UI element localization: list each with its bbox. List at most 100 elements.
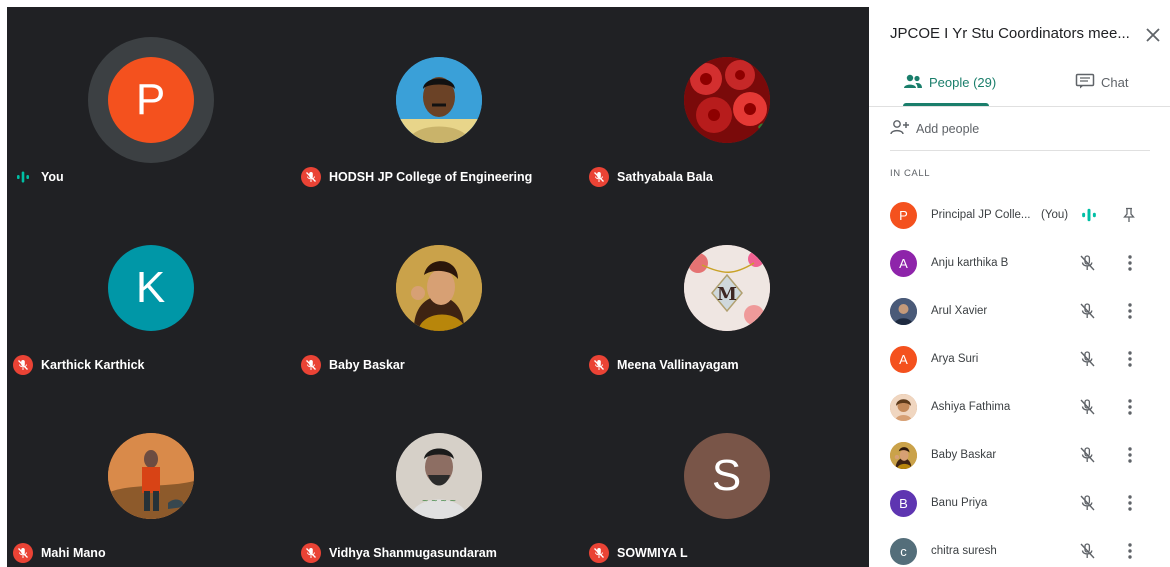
speaking-indicator-icon xyxy=(13,167,33,187)
more-options-icon[interactable] xyxy=(1124,494,1136,512)
mic-off-icon xyxy=(589,167,609,187)
tab-divider xyxy=(869,106,1170,107)
tile-label: Sathyabala Bala xyxy=(589,167,713,187)
tile-label: Baby Baskar xyxy=(301,355,405,375)
participant-name: Arul Xavier xyxy=(931,305,988,317)
participant-row[interactable]: Arul Xavier xyxy=(869,287,1170,335)
participant-tile[interactable]: Sathyabala Bala xyxy=(583,7,869,194)
tab-people-label: People (29) xyxy=(929,75,997,90)
avatar-initial: S xyxy=(711,451,742,500)
pin-icon[interactable] xyxy=(1121,207,1137,223)
mic-off-icon[interactable] xyxy=(1077,541,1097,561)
tile-label: Karthick Karthick xyxy=(13,355,145,375)
participant-tile[interactable]: ~ ~ ~ ~ Vidhya Shanmugasundaram xyxy=(295,383,582,567)
add-person-icon xyxy=(890,119,910,138)
add-people-label: Add people xyxy=(916,121,980,136)
participant-tile[interactable]: M Meena Vallinayagam xyxy=(583,195,869,382)
participant-name: SOWMIYA L xyxy=(617,546,688,560)
participant-tile[interactable]: S SOWMIYA L xyxy=(583,383,869,567)
participant-name: Vidhya Shanmugasundaram xyxy=(329,546,497,560)
participant-avatar: A xyxy=(890,345,917,373)
more-options-icon[interactable] xyxy=(1124,350,1136,368)
chat-icon xyxy=(1075,73,1095,92)
participant-tile[interactable]: HODSH JP College of Engineering xyxy=(295,7,582,194)
participant-avatar: B xyxy=(890,489,917,517)
mic-off-icon[interactable] xyxy=(1077,397,1097,417)
participant-name: Baby Baskar xyxy=(931,449,997,461)
participant-name: Sathyabala Bala xyxy=(617,170,713,184)
tile-label: Vidhya Shanmugasundaram xyxy=(301,543,497,563)
mic-off-icon[interactable] xyxy=(1077,253,1097,273)
speaking-indicator-icon xyxy=(1081,207,1097,223)
avatar-initial: B xyxy=(899,495,908,511)
participant-name: You xyxy=(41,170,64,184)
participant-row[interactable]: c chitra suresh xyxy=(869,527,1170,567)
participant-avatar: P xyxy=(890,201,917,229)
more-options-icon[interactable] xyxy=(1124,446,1136,464)
tab-chat-label: Chat xyxy=(1101,75,1129,90)
participant-avatar xyxy=(683,57,770,143)
participant-name: chitra suresh xyxy=(931,545,997,557)
add-people-button[interactable]: Add people xyxy=(890,119,979,138)
mic-off-icon xyxy=(13,355,33,375)
participant-name: Banu Priya xyxy=(931,497,988,509)
side-panel: JPCOE I Yr Stu Coordinators mee... Peopl… xyxy=(869,7,1170,567)
participant-avatar xyxy=(107,433,194,519)
mic-off-icon xyxy=(301,543,321,563)
close-icon[interactable] xyxy=(1144,26,1162,44)
tile-label: You xyxy=(13,167,64,187)
participant-avatar: A xyxy=(890,249,917,277)
mic-off-icon[interactable] xyxy=(1077,493,1097,513)
mic-off-icon[interactable] xyxy=(1077,349,1097,369)
participant-avatar: M xyxy=(683,245,770,331)
participant-row[interactable]: B Banu Priya xyxy=(869,479,1170,527)
more-options-icon[interactable] xyxy=(1124,302,1136,320)
participant-tile[interactable]: K Karthick Karthick xyxy=(7,195,294,382)
participant-row[interactable]: A Arya Suri xyxy=(869,335,1170,383)
meeting-title: JPCOE I Yr Stu Coordinators mee... xyxy=(890,25,1130,42)
people-icon xyxy=(903,73,923,92)
participant-avatar: S xyxy=(683,433,770,519)
in-call-section-label: IN CALL xyxy=(890,168,931,179)
svg-text:~ ~ ~ ~: ~ ~ ~ ~ xyxy=(421,496,455,505)
participant-name: Principal JP Colle... xyxy=(931,209,1031,221)
mic-off-icon xyxy=(589,543,609,563)
avatar-initial: A xyxy=(899,255,908,271)
participant-avatar: c xyxy=(890,537,917,565)
mic-off-icon xyxy=(589,355,609,375)
avatar-initial: K xyxy=(135,263,166,312)
tab-people[interactable]: People (29) xyxy=(903,73,996,92)
mic-off-icon[interactable] xyxy=(1077,445,1097,465)
tile-label: Meena Vallinayagam xyxy=(589,355,739,375)
more-options-icon[interactable] xyxy=(1124,542,1136,560)
participant-row[interactable]: A Anju karthika B xyxy=(869,239,1170,287)
participant-name: Arya Suri xyxy=(931,353,979,365)
participant-avatar: K xyxy=(107,245,194,331)
participant-name: Ashiya Fathima xyxy=(931,401,1011,413)
video-grid: P You HODSH JP College of Engineering Sathy… xyxy=(7,7,869,567)
participant-avatar: P xyxy=(107,57,194,143)
participant-row[interactable]: P Principal JP Colle... (You) xyxy=(869,191,1170,239)
participant-row[interactable]: Ashiya Fathima xyxy=(869,383,1170,431)
participant-row[interactable]: Baby Baskar xyxy=(869,431,1170,479)
tile-label: HODSH JP College of Engineering xyxy=(301,167,532,187)
participant-tile[interactable]: P You xyxy=(7,7,294,194)
more-options-icon[interactable] xyxy=(1124,254,1136,272)
svg-text:M: M xyxy=(717,284,737,305)
more-options-icon[interactable] xyxy=(1124,398,1136,416)
participant-name: Baby Baskar xyxy=(329,358,405,372)
tab-chat[interactable]: Chat xyxy=(1075,73,1128,92)
participant-avatar xyxy=(890,441,917,469)
participant-tile[interactable]: Mahi Mano xyxy=(7,383,294,567)
tile-label: SOWMIYA L xyxy=(589,543,688,563)
participant-name: Mahi Mano xyxy=(41,546,106,560)
avatar-initial: c xyxy=(900,543,907,559)
avatar-initial: A xyxy=(899,351,908,367)
participant-name: Anju karthika B xyxy=(931,257,1009,269)
participant-avatar xyxy=(395,245,482,331)
participant-tile[interactable]: Baby Baskar xyxy=(295,195,582,382)
participant-name: Karthick Karthick xyxy=(41,358,145,372)
mic-off-icon[interactable] xyxy=(1077,301,1097,321)
mic-off-icon xyxy=(13,543,33,563)
participant-avatar xyxy=(890,393,917,421)
